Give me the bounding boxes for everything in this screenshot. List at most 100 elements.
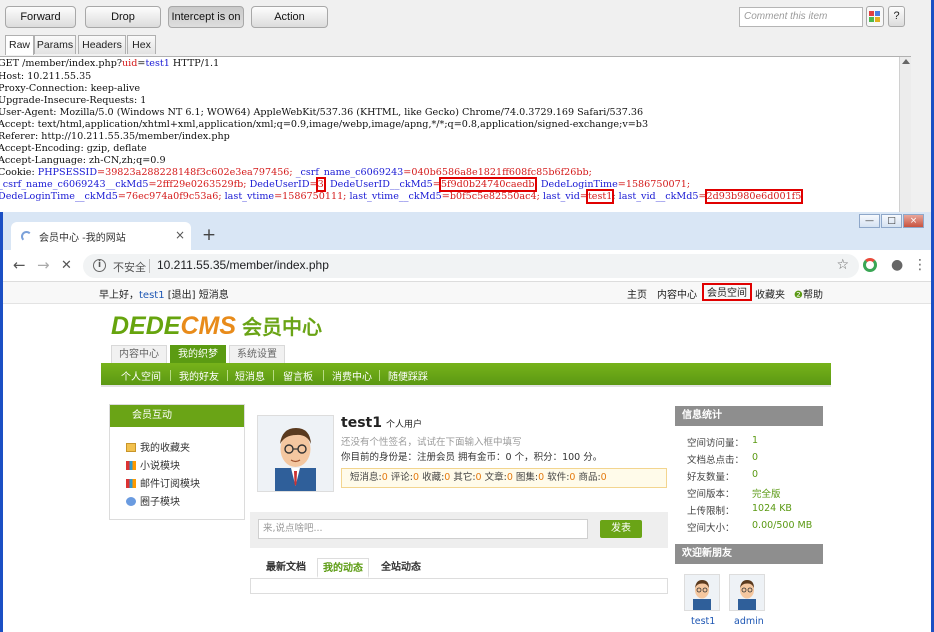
user-avatar[interactable] <box>257 415 334 492</box>
user-role: 个人用户 <box>385 420 422 430</box>
back-icon[interactable]: ← <box>13 258 26 273</box>
identity-info: 你目前的身份是：注册会员 拥有金币：0 个，积分：100 分。 <box>341 452 603 463</box>
menu-messages[interactable]: 短消息 <box>235 368 265 383</box>
greeting-text: 早上好， <box>99 290 139 301</box>
info-stats-header: 信息统计 <box>675 406 823 426</box>
header-cookie-line-1: Cookie: PHPSESSID=39823a288228148f3c602e… <box>0 167 592 178</box>
extension-icon[interactable] <box>863 258 877 272</box>
request-line: GET /member/index.php?uid=test1 HTTP/1.1 <box>0 58 220 69</box>
header-accept-encoding: Accept-Encoding: gzip, deflate <box>0 143 147 154</box>
tab-raw[interactable]: Raw <box>5 35 34 55</box>
burp-intercept-panel: Forward Drop Intercept is on Action Comm… <box>0 0 934 212</box>
stat-value: 0.00/500 MB <box>752 520 813 531</box>
folder-icon <box>126 443 136 452</box>
close-window-button[interactable]: × <box>903 214 924 228</box>
content-center-link[interactable]: 内容中心 <box>657 286 697 301</box>
intercept-toggle-button[interactable]: Intercept is on <box>168 6 244 28</box>
username-link[interactable]: test1 <box>139 290 165 301</box>
messages-link[interactable]: 短消息 <box>199 290 229 301</box>
dedecms-logo: DEDECMS 会员中心 <box>111 312 323 340</box>
novel-module-item[interactable]: 小说模块 <box>126 457 180 472</box>
friend-avatar[interactable] <box>684 574 720 611</box>
new-tab-button[interactable]: + <box>198 226 220 246</box>
menu-guestbook[interactable]: 留言板 <box>283 368 313 383</box>
tab-content-center[interactable]: 内容中心 <box>111 345 167 363</box>
menu-personal-space[interactable]: 个人空间 <box>121 368 161 383</box>
menu-divider <box>273 370 274 381</box>
tab-headers[interactable]: Headers <box>78 35 126 54</box>
stat-label: 上传限制： <box>687 506 735 517</box>
help-button[interactable]: ? <box>888 6 905 27</box>
tab-latest-docs[interactable]: 最新文档 <box>261 558 311 578</box>
forward-button[interactable]: Forward <box>5 6 76 28</box>
books-icon <box>126 479 136 488</box>
logout-link[interactable]: [退出] <box>168 290 196 301</box>
stop-loading-icon[interactable]: ✕ <box>61 258 72 273</box>
scroll-up-icon[interactable] <box>902 59 910 64</box>
new-friends-header: 欢迎新朋友 <box>675 544 823 564</box>
status-input[interactable]: 来,说点啥吧... <box>258 519 588 539</box>
request-scrollbar[interactable] <box>899 57 911 212</box>
profile-username: test1 个人用户 <box>341 415 422 431</box>
greeting: 早上好，test1 [退出] 短消息 <box>99 286 229 301</box>
highlight-color-button[interactable] <box>866 6 884 27</box>
request-editor[interactable]: GET /member/index.php?uid=test1 HTTP/1.1… <box>0 56 911 212</box>
header-cookie-line-2: _csrf_name_c6069243__ckMd5=2fff29e026352… <box>0 177 691 192</box>
stat-value: 完全版 <box>752 489 781 500</box>
member-space-link[interactable]: 会员空间 <box>702 283 752 301</box>
menu-divider <box>170 370 171 381</box>
member-menu-bar: 个人空间 我的好友 短消息 留言板 消费中心 随便踩踩 <box>101 363 831 387</box>
comment-input[interactable]: Comment this item <box>739 7 863 27</box>
minimize-button[interactable]: — <box>859 214 880 228</box>
favorites-item[interactable]: 我的收藏夹 <box>126 439 190 454</box>
stat-value: 0 <box>752 452 759 463</box>
menu-my-friends[interactable]: 我的好友 <box>179 368 219 383</box>
action-button[interactable]: Action <box>251 6 328 28</box>
signature-hint: 还没有个性签名，试试在下面输入框中填写 <box>341 437 522 448</box>
bookmark-star-icon[interactable]: ☆ <box>836 257 849 273</box>
tab-site-activity[interactable]: 全站动态 <box>375 558 427 578</box>
tab-strip: 会员中心 -我的网站 × + — □ × <box>3 212 931 250</box>
circle-module-item[interactable]: 圈子模块 <box>126 493 180 508</box>
header-upgrade: Upgrade-Insecure-Requests: 1 <box>0 95 147 106</box>
browser-tab[interactable]: 会员中心 -我的网站 × <box>11 222 191 250</box>
activity-feed <box>250 578 668 594</box>
mail-subscribe-item[interactable]: 邮件订阅模块 <box>126 475 200 490</box>
menu-icon[interactable]: ⋮ <box>913 258 927 273</box>
stat-label: 空间版本： <box>687 489 735 500</box>
menu-random-browse[interactable]: 随便踩踩 <box>388 368 428 383</box>
favorites-link[interactable]: 收藏夹 <box>755 286 785 301</box>
url-text[interactable]: 10.211.55.35/member/index.php <box>157 258 329 272</box>
tab-hex[interactable]: Hex <box>127 35 156 54</box>
stat-value: 1024 KB <box>752 503 792 514</box>
browser-window: 会员中心 -我的网站 × + — □ × ← → ✕ i 不安全 10.211.… <box>0 212 934 632</box>
help-link[interactable]: ❷帮助 <box>794 286 823 301</box>
tab-my-activity[interactable]: 我的动态 <box>317 558 369 578</box>
friend-name[interactable]: test1 <box>691 616 715 627</box>
group-icon <box>126 497 136 506</box>
friend-name[interactable]: admin <box>734 616 764 627</box>
forward-icon[interactable]: → <box>37 258 50 273</box>
tab-params[interactable]: Params <box>34 35 76 54</box>
dede-userid-md5-value: 5f9d0b24740caedb <box>438 177 537 192</box>
maximize-button[interactable]: □ <box>881 214 902 228</box>
info-icon[interactable]: i <box>93 259 106 272</box>
home-link[interactable]: 主页 <box>627 286 647 301</box>
menu-billing[interactable]: 消费中心 <box>332 368 372 383</box>
last-vid-md5-value: 2d93b980e6d001f5 <box>704 189 804 204</box>
tab-close-icon[interactable]: × <box>175 228 185 242</box>
omnibox[interactable]: i 不安全 10.211.55.35/member/index.php ☆ <box>83 254 859 278</box>
color-swatch-icon <box>875 17 880 22</box>
tab-system-settings[interactable]: 系统设置 <box>229 345 285 363</box>
profile-icon[interactable]: ● <box>891 258 903 273</box>
stat-label: 空间访问量： <box>687 438 745 449</box>
friend-avatar[interactable] <box>729 574 765 611</box>
avatar-icon <box>275 428 316 491</box>
tab-my-dream[interactable]: 我的织梦 <box>170 345 226 363</box>
help-icon: ❷ <box>794 290 803 301</box>
drop-button[interactable]: Drop <box>85 6 161 28</box>
header-cookie-line-3: DedeLoginTime__ckMd5=76ec974a0f9c53a6; l… <box>0 189 804 204</box>
header-host: Host: 10.211.55.35 <box>0 71 92 82</box>
publish-button[interactable]: 发表 <box>600 520 642 538</box>
header-proxy-connection: Proxy-Connection: keep-alive <box>0 83 141 94</box>
